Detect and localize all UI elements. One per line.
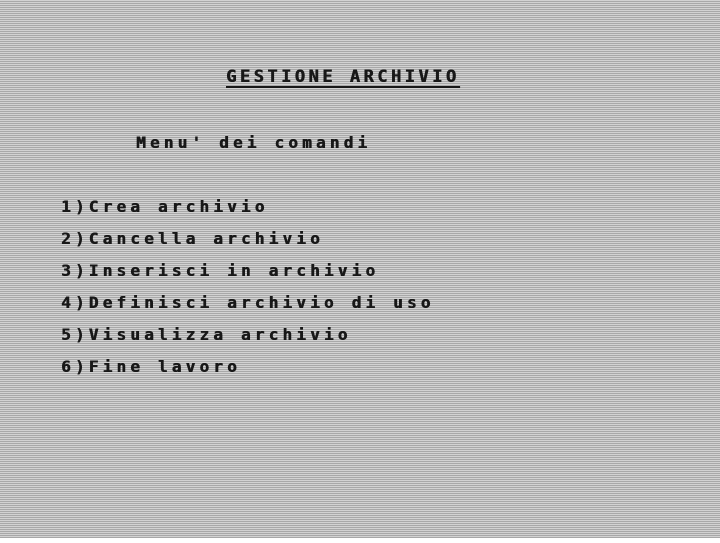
menu-item-visualizza-archivio[interactable]: 5)Visualizza archivio [61,325,352,345]
screen-border [0,538,720,543]
menu-item-crea-archivio[interactable]: 1)Crea archivio [61,197,269,217]
menu-heading: Menu' dei comandi [136,133,372,152]
menu-item-definisci-archivio-di-uso[interactable]: 4)Definisci archivio di uso [61,293,435,313]
menu-item-cancella-archivio[interactable]: 2)Cancella archivio [61,229,324,249]
page-title: GESTIONE ARCHIVIO [226,67,460,87]
menu-item-fine-lavoro[interactable]: 6)Fine lavoro [61,357,241,377]
terminal-screen: GESTIONE ARCHIVIO Menu' dei comandi 1)Cr… [0,0,720,543]
menu-item-inserisci-in-archivio[interactable]: 3)Inserisci in archivio [61,261,379,281]
